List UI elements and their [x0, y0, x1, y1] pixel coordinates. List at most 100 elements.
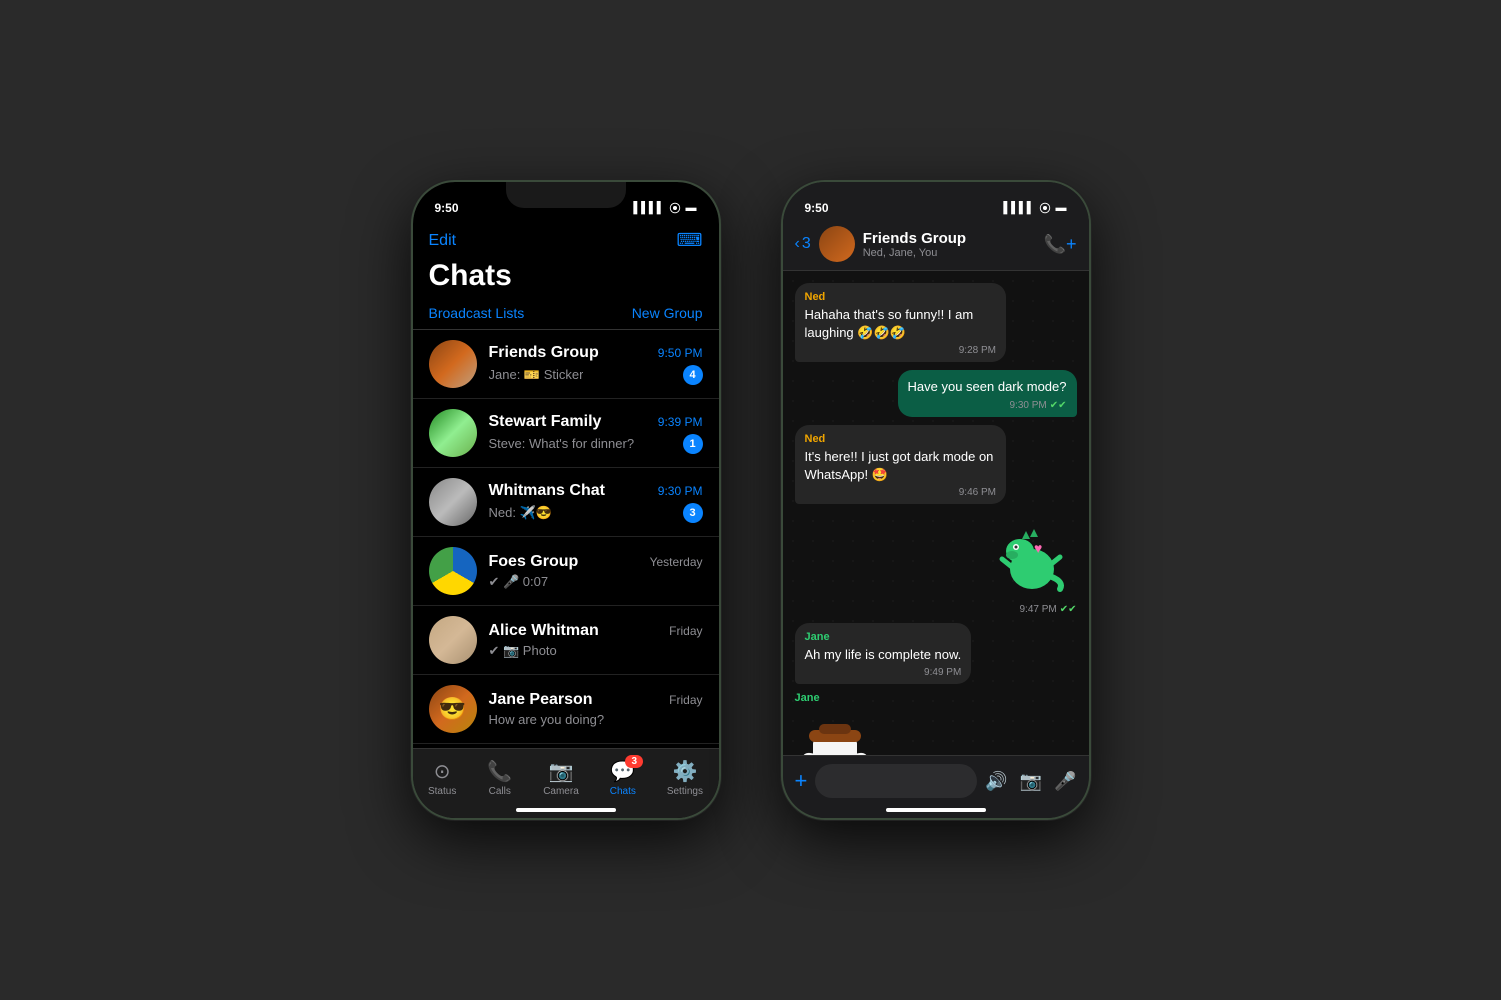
right-phone: 9:50 ▌▌▌▌ ⦿ ▬ ‹ 3 Friends Group Ned, Jan… [781, 180, 1091, 820]
sticker-coffee [795, 708, 875, 755]
input-action-icons: 🔊 📷 🎤 [985, 771, 1076, 792]
header-members: Ned, Jane, You [863, 247, 1036, 259]
new-group-btn[interactable]: New Group [632, 305, 703, 321]
chat-name-stewart-family: Stewart Family [489, 413, 602, 431]
chat-info-stewart-family: Stewart Family 9:39 PM Steve: What's for… [489, 413, 703, 454]
battery-icon: ▬ [686, 202, 697, 214]
chat-list: Friends Group 9:50 PM Jane: 🎫 Sticker 4 [413, 330, 719, 748]
chats-title: Chats [413, 259, 719, 301]
msg-time-ned-here: 9:46 PM [805, 487, 997, 498]
chat-name-foes-group: Foes Group [489, 553, 579, 571]
back-button[interactable]: ‹ 3 [795, 235, 811, 253]
msg-text-sent-darkmode: Have you seen dark mode? [908, 378, 1067, 396]
home-indicator-left [516, 808, 616, 812]
compose-button[interactable]: ⌨ [677, 230, 703, 251]
avatar-stewart-family [429, 409, 477, 457]
tab-camera-label: Camera [543, 786, 579, 797]
msg-time-sent-darkmode: 9:30 PM ✔✔ [908, 400, 1067, 411]
calls-icon: 📞 [487, 759, 512, 784]
time-left: 9:50 [435, 201, 459, 215]
signal-icon: ▌▌▌▌ [633, 202, 664, 214]
camera-icon: 📷 [549, 759, 574, 784]
chats-badge: 3 [625, 755, 643, 768]
sticker-dino: ♥ [987, 512, 1077, 602]
status-icon: ⊙ [434, 759, 451, 784]
sender-jane-1: Jane [805, 631, 962, 643]
tab-status[interactable]: ⊙ Status [428, 759, 456, 797]
chat-name-jane-pearson: Jane Pearson [489, 691, 593, 709]
tab-calls[interactable]: 📞 Calls [487, 759, 512, 797]
chats-screen: 9:50 ▌▌▌▌ ⦿ ▬ Edit ⌨ Chats Broadcast Lis… [413, 182, 719, 818]
chat-preview-jane-pearson: How are you doing? [489, 712, 605, 727]
chat-item-whitmans-chat[interactable]: Whitmans Chat 9:30 PM Ned: ✈️😎 3 [413, 468, 719, 537]
check-icon-sticker: ✔✔ [1060, 604, 1077, 615]
chat-name-whitmans-chat: Whitmans Chat [489, 482, 605, 500]
tab-camera[interactable]: 📷 Camera [543, 759, 579, 797]
badge-whitmans-chat: 3 [683, 503, 703, 523]
wifi-icon: ⦿ [670, 200, 681, 216]
chat-info-whitmans-chat: Whitmans Chat 9:30 PM Ned: ✈️😎 3 [489, 482, 703, 523]
chat-preview-stewart-family: Steve: What's for dinner? [489, 436, 635, 451]
chats-nav: Edit ⌨ [413, 226, 719, 259]
chat-name-friends-group: Friends Group [489, 344, 599, 362]
message-sticker-coffee: Jane [795, 692, 875, 755]
chat-item-jane-pearson[interactable]: 😎 Jane Pearson Friday How are you doing? [413, 675, 719, 744]
chat-screen: 9:50 ▌▌▌▌ ⦿ ▬ ‹ 3 Friends Group Ned, Jan… [783, 182, 1089, 818]
message-sent-darkmode: Have you seen dark mode? 9:30 PM ✔✔ [898, 370, 1077, 416]
msg-text-ned-here: It's here!! I just got dark mode on What… [805, 448, 997, 484]
chat-time-alice-whitman: Friday [669, 624, 702, 638]
avatar-whitmans-chat [429, 478, 477, 526]
chat-item-foes-group[interactable]: Foes Group Yesterday ✔ 🎤 0:07 [413, 537, 719, 606]
tab-calls-label: Calls [489, 786, 511, 797]
chat-item-stewart-family[interactable]: Stewart Family 9:39 PM Steve: What's for… [413, 399, 719, 468]
msg-time-sticker-dino: 9:47 PM ✔✔ [987, 604, 1077, 615]
microphone-icon[interactable]: 🎤 [1054, 771, 1076, 792]
message-sticker-dino: ♥ 9:47 PM ✔✔ [987, 512, 1077, 615]
badge-stewart-family: 1 [683, 434, 703, 454]
tab-settings[interactable]: ⚙️ Settings [667, 759, 703, 797]
tab-status-label: Status [428, 786, 456, 797]
tab-chats[interactable]: 💬 3 Chats [610, 759, 636, 797]
avatar-friends-group [429, 340, 477, 388]
chat-time-whitmans-chat: 9:30 PM [658, 484, 703, 498]
chat-time-stewart-family: 9:39 PM [658, 415, 703, 429]
audio-icon[interactable]: 🔊 [985, 771, 1007, 792]
avatar-jane-pearson: 😎 [429, 685, 477, 733]
message-input[interactable] [815, 764, 977, 798]
status-bar-left: 9:50 ▌▌▌▌ ⦿ ▬ [413, 182, 719, 226]
back-count: 3 [802, 235, 811, 253]
back-chevron-icon: ‹ [795, 235, 800, 253]
sender-jane-sticker: Jane [795, 692, 875, 704]
msg-time-ned-laugh: 9:28 PM [805, 345, 997, 356]
edit-button[interactable]: Edit [429, 232, 457, 250]
camera-input-icon[interactable]: 📷 [1020, 771, 1042, 792]
chats-subheader: Broadcast Lists New Group [413, 301, 719, 330]
chat-item-alice-whitman[interactable]: Alice Whitman Friday ✔ 📷 Photo [413, 606, 719, 675]
chat-preview-friends-group: Jane: 🎫 Sticker [489, 367, 584, 383]
settings-icon: ⚙️ [672, 759, 697, 784]
battery-icon-right: ▬ [1056, 202, 1067, 214]
status-bar-right: 9:50 ▌▌▌▌ ⦿ ▬ [783, 182, 1089, 226]
right-screen: 9:50 ▌▌▌▌ ⦿ ▬ ‹ 3 Friends Group Ned, Jan… [783, 182, 1089, 818]
message-ned-here: Ned It's here!! I just got dark mode on … [795, 425, 1007, 504]
chat-info-foes-group: Foes Group Yesterday ✔ 🎤 0:07 [489, 553, 703, 590]
status-icons-left: ▌▌▌▌ ⦿ ▬ [633, 200, 696, 216]
messages-area: Ned Hahaha that's so funny!! I am laughi… [783, 271, 1089, 755]
header-group-name: Friends Group [863, 230, 1036, 247]
chat-preview-foes-group: ✔ 🎤 0:07 [489, 574, 549, 590]
message-jane-complete: Jane Ah my life is complete now. 9:49 PM [795, 623, 972, 684]
chat-preview-whitmans-chat: Ned: ✈️😎 [489, 505, 552, 521]
chat-info-jane-pearson: Jane Pearson Friday How are you doing? [489, 691, 703, 727]
chat-item-friends-group[interactable]: Friends Group 9:50 PM Jane: 🎫 Sticker 4 [413, 330, 719, 399]
chat-time-jane-pearson: Friday [669, 693, 702, 707]
msg-text-ned-laugh: Hahaha that's so funny!! I am laughing 🤣… [805, 306, 997, 342]
badge-friends-group: 4 [683, 365, 703, 385]
header-avatar-friends-group [819, 226, 855, 262]
check-icon-sent: ✔✔ [1050, 400, 1067, 411]
sender-ned-2: Ned [805, 433, 997, 445]
broadcast-lists-btn[interactable]: Broadcast Lists [429, 305, 525, 321]
add-attachment-button[interactable]: + [795, 768, 808, 794]
call-button[interactable]: 📞+ [1044, 234, 1077, 255]
chat-info-alice-whitman: Alice Whitman Friday ✔ 📷 Photo [489, 622, 703, 659]
time-right: 9:50 [805, 201, 829, 215]
